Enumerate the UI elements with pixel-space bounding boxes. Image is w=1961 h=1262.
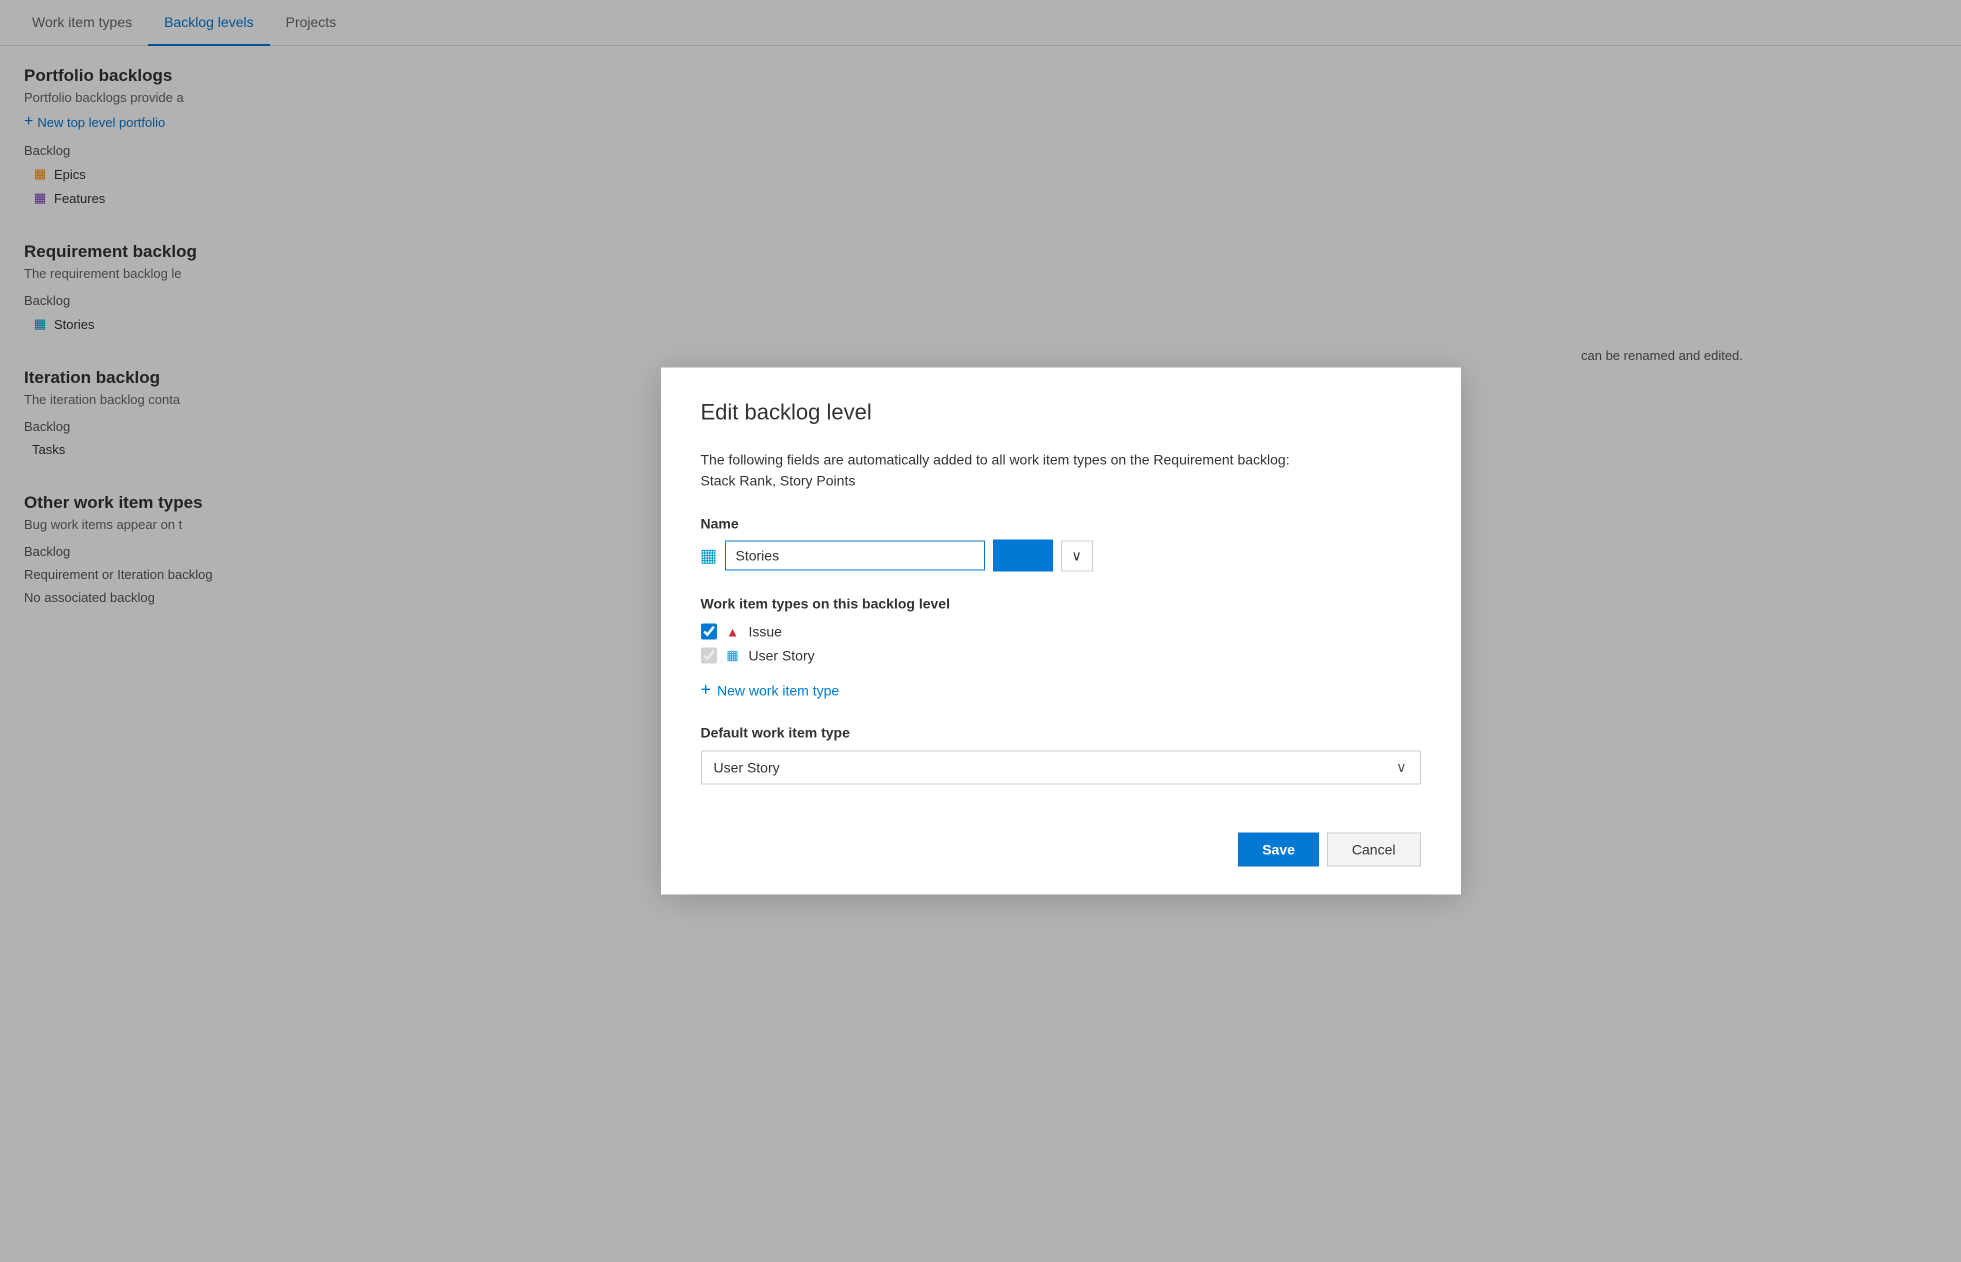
issue-label: Issue (749, 624, 782, 640)
save-button[interactable]: Save (1238, 833, 1319, 867)
default-wit-label: Default work item type (701, 725, 1421, 741)
issue-checkbox[interactable] (701, 624, 717, 640)
issue-icon: ▲ (725, 624, 741, 640)
color-dropdown-button[interactable]: ∨ (1061, 540, 1093, 571)
modal-info: The following fields are automatically a… (701, 450, 1421, 492)
new-wit-label: New work item type (717, 682, 839, 698)
user-story-label: User Story (749, 648, 815, 664)
name-label: Name (701, 516, 1421, 532)
modal-footer: Save Cancel (701, 817, 1421, 867)
user-story-icon: ▦ (725, 648, 741, 664)
new-wit-plus-icon: + (701, 680, 712, 701)
default-wit-select-wrapper: User Story Issue (701, 751, 1421, 785)
edit-backlog-level-modal: Edit backlog level The following fields … (661, 368, 1461, 895)
user-story-checkbox-row: ▦ User Story (701, 648, 1421, 664)
backlog-icon-grid: ▦ (701, 548, 717, 564)
name-row: ▦ ∨ (701, 540, 1421, 572)
new-wit-link[interactable]: + New work item type (701, 680, 1421, 701)
user-story-checkbox (701, 648, 717, 664)
color-picker-button[interactable] (993, 540, 1053, 572)
wit-section-label: Work item types on this backlog level (701, 596, 1421, 612)
name-input[interactable] (725, 541, 985, 571)
modal-title: Edit backlog level (701, 400, 1421, 426)
default-wit-select[interactable]: User Story Issue (701, 751, 1421, 785)
cancel-button[interactable]: Cancel (1327, 833, 1421, 867)
issue-checkbox-row: ▲ Issue (701, 624, 1421, 640)
